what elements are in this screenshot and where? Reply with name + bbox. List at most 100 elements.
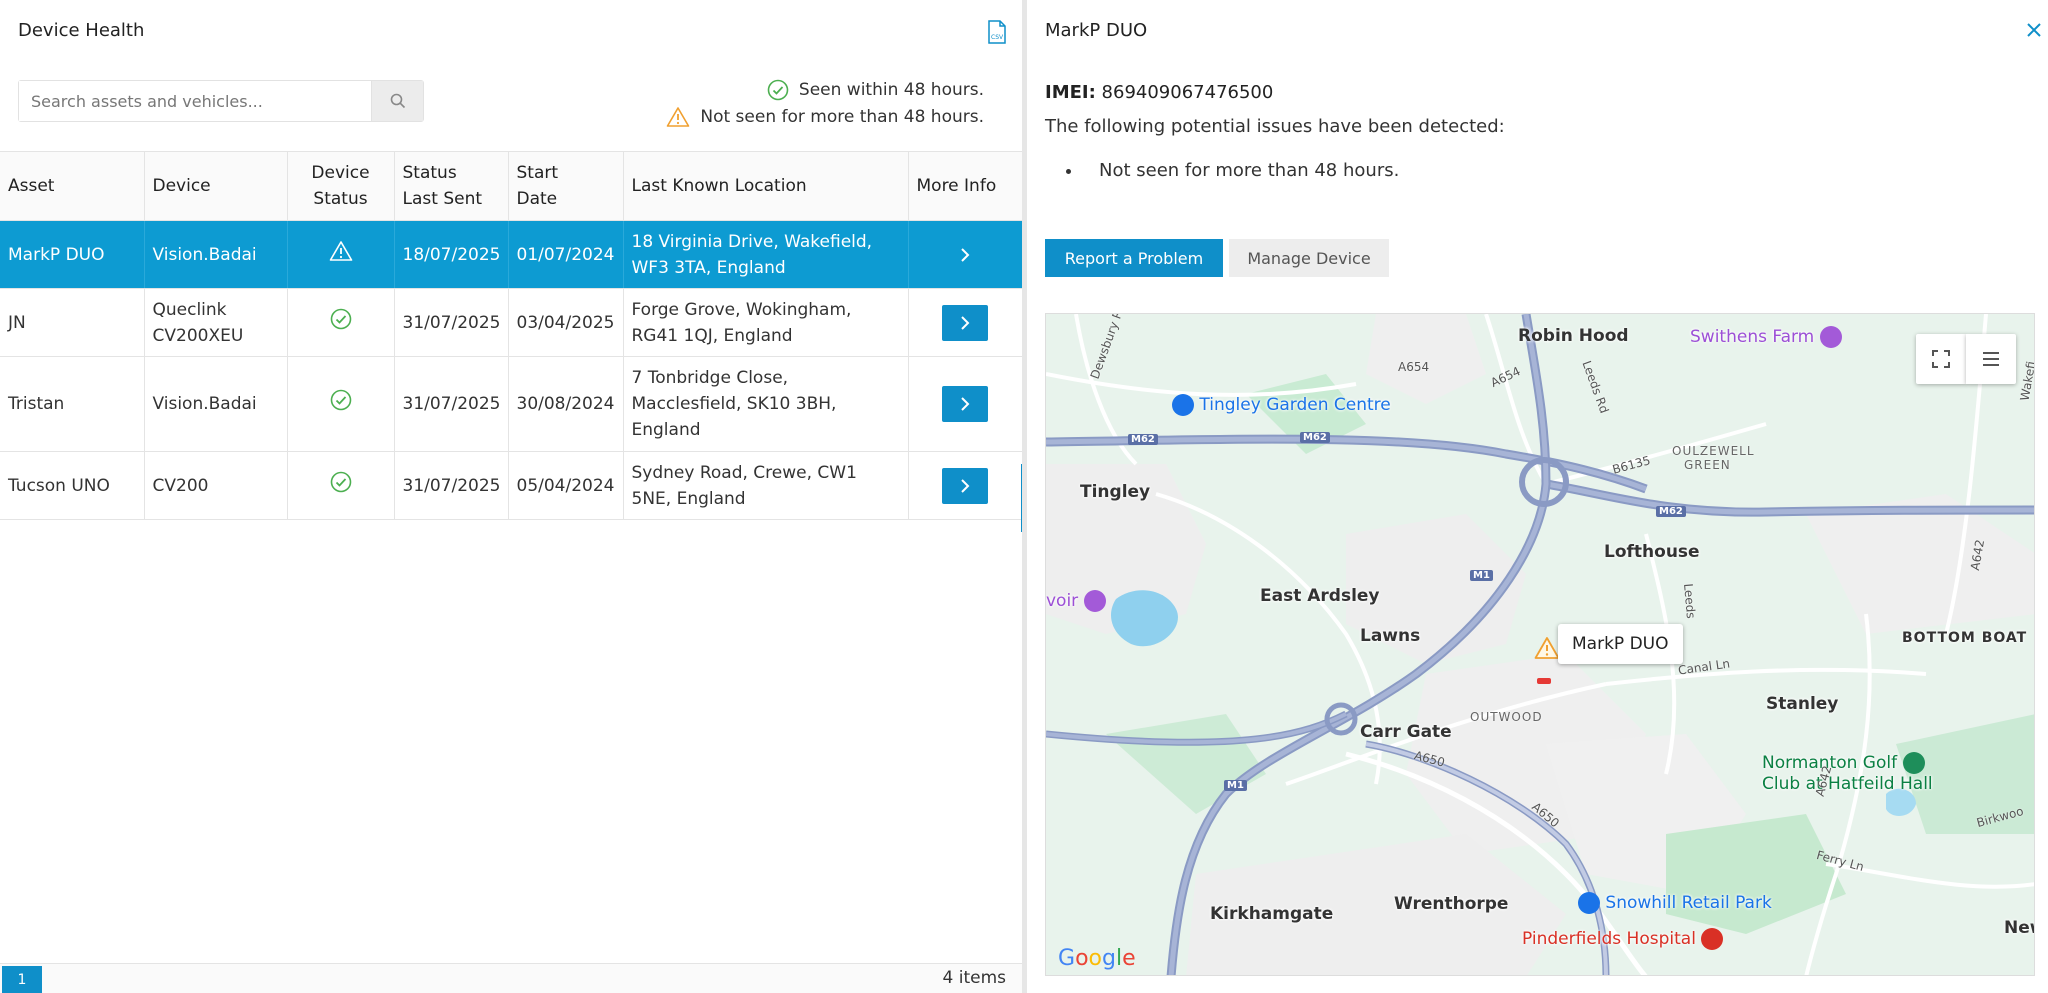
cell-start-date: 05/04/2024 [508, 451, 624, 520]
check-circle-icon [330, 308, 351, 329]
map-poi[interactable]: Normanton Golf Club at Hatfeild Hall [1762, 752, 1933, 794]
motorway-shield: M62 [1300, 432, 1330, 443]
more-info-button[interactable] [942, 237, 988, 273]
cell-device: Vision.Badai [144, 220, 288, 289]
cell-more-info [908, 451, 1023, 520]
map-place-label: BOTTOM BOAT [1902, 630, 2028, 646]
map-poi[interactable]: Tingley Garden Centre [1172, 394, 1391, 416]
search-icon [390, 93, 405, 109]
warning-marker-icon[interactable] [1534, 636, 1560, 660]
column-header-status-last-sent[interactable]: Status Last Sent [394, 151, 509, 221]
check-circle-icon [330, 389, 351, 411]
cell-device-status [287, 356, 395, 452]
table-row[interactable]: JN Queclink CV200XEU 31/07/2025 03/04/20… [0, 288, 1023, 357]
report-problem-button[interactable]: Report a Problem [1045, 239, 1223, 277]
golf-pin-icon [1902, 752, 1925, 774]
imei-value: 869409067476500 [1101, 82, 1274, 103]
cell-more-info [908, 220, 1023, 289]
map-place-label: Lawns [1360, 626, 1421, 646]
cell-device-status [287, 451, 395, 520]
export-csv-icon[interactable]: CSV [986, 20, 1008, 44]
map-poi[interactable]: voir [1046, 590, 1106, 612]
column-header-asset[interactable]: Asset [0, 151, 145, 221]
device-health-table: Asset Device Device Status Status Last Sen… [0, 151, 1023, 520]
detail-title: MarkP DUO [1045, 20, 1148, 41]
chevron-right-icon [961, 397, 970, 411]
map-poi[interactable]: Swithens Farm [1690, 326, 1842, 348]
pager: 1 4 items [0, 963, 1022, 993]
map-place-label: Tingley [1080, 482, 1151, 502]
camera-pin-icon [1819, 326, 1842, 348]
hospital-pin-icon [1701, 928, 1724, 950]
cell-start-date: 01/07/2024 [508, 220, 624, 289]
cell-device: CV200 [144, 451, 288, 520]
cell-device: Queclink CV200XEU [144, 288, 288, 357]
legend-not-seen-label: Not seen for more than 48 hours. [700, 107, 984, 127]
vehicle-marker-icon[interactable] [1536, 676, 1552, 686]
search-box [18, 80, 424, 122]
chevron-right-icon [961, 478, 970, 493]
cell-asset: JN [0, 288, 145, 357]
shopping-pin-icon [1578, 892, 1600, 914]
search-button[interactable] [371, 81, 423, 121]
page-button-1[interactable]: 1 [2, 966, 42, 993]
issues-intro: The following potential issues have been… [1045, 116, 1505, 137]
device-detail-panel: MarkP DUO IMEI: 869409067476500 The foll… [1027, 0, 2048, 993]
table-row[interactable]: Tristan Vision.Badai 31/07/2025 30/08/20… [0, 356, 1023, 452]
cell-asset: Tristan [0, 356, 145, 452]
cell-last-known-location: Forge Grove, Wokingham, RG41 1QJ, Englan… [623, 288, 909, 357]
legend-seen: Seen within 48 hours. [767, 79, 984, 101]
search-input[interactable] [19, 81, 371, 121]
map-area-label: OUTWOOD [1470, 710, 1543, 724]
device-health-panel: Device Health CSV Seen within 48 hours. … [0, 0, 1026, 993]
table-row[interactable]: MarkP DUO Vision.Badai 18/07/2025 01/07/… [0, 220, 1023, 289]
column-header-start-date[interactable]: Start Date [508, 151, 624, 221]
cell-status-last-sent: 18/07/2025 [394, 220, 509, 289]
column-header-device[interactable]: Device [144, 151, 288, 221]
chevron-right-icon [961, 315, 970, 330]
map-poi[interactable]: Snowhill Retail Park [1578, 892, 1772, 914]
cell-more-info [908, 356, 1023, 452]
motorway-shield: M62 [1128, 434, 1158, 445]
check-circle-icon [330, 471, 351, 492]
warning-triangle-icon [667, 107, 690, 127]
chevron-right-icon [961, 247, 970, 262]
close-icon[interactable] [2026, 22, 2042, 38]
motorway-shield: M1 [1470, 570, 1493, 581]
more-info-button[interactable] [942, 386, 988, 422]
more-info-button[interactable] [942, 304, 988, 341]
map-area-label: GREEN [1684, 458, 1731, 472]
map-menu-button[interactable] [1966, 334, 2016, 384]
column-header-device-status[interactable]: Device Status [287, 151, 395, 221]
map-road-label: Leeds [1681, 582, 1699, 620]
table-header-row: Asset Device Device Status Status Last Sen… [0, 151, 1023, 221]
map-fullscreen-button[interactable] [1916, 334, 1966, 384]
cell-asset: Tucson UNO [0, 451, 145, 520]
menu-icon [1983, 352, 1999, 366]
motorway-shield: M62 [1656, 506, 1686, 517]
map-view[interactable]: Robin Hood Tingley Lofthouse East Ardsle… [1045, 313, 2035, 976]
map-marker-tooltip: MarkP DUO [1558, 624, 1683, 664]
check-circle-icon [767, 79, 789, 101]
legend-not-seen: Not seen for more than 48 hours. [666, 106, 984, 128]
manage-device-button[interactable]: Manage Device [1229, 239, 1389, 277]
map-road-label: A654 [1398, 360, 1430, 374]
more-info-button[interactable] [942, 467, 988, 504]
map-place-label: Kirkhamgate [1210, 904, 1334, 924]
column-header-more-info: More Info [908, 151, 1023, 221]
cell-start-date: 03/04/2025 [508, 288, 624, 357]
issues-list: Not seen for more than 48 hours. [1083, 160, 1399, 181]
table-row[interactable]: Tucson UNO CV200 31/07/2025 05/04/2024 S… [0, 451, 1023, 520]
map-poi[interactable]: Pinderfields Hospital [1522, 928, 1724, 950]
panel-title: Device Health [18, 20, 145, 41]
cell-more-info [908, 288, 1023, 357]
column-header-last-known-location[interactable]: Last Known Location [623, 151, 909, 221]
map-place-label: Robin Hood [1518, 326, 1629, 346]
shopping-pin-icon [1172, 394, 1194, 416]
map-place-label: Lofthouse [1604, 542, 1700, 562]
cell-status-last-sent: 31/07/2025 [394, 451, 509, 520]
map-place-label: Wrenthorpe [1394, 894, 1509, 914]
map-place-label: Stanley [1766, 694, 1839, 714]
cell-start-date: 30/08/2024 [508, 356, 624, 452]
map-place-label: Carr Gate [1360, 722, 1452, 742]
